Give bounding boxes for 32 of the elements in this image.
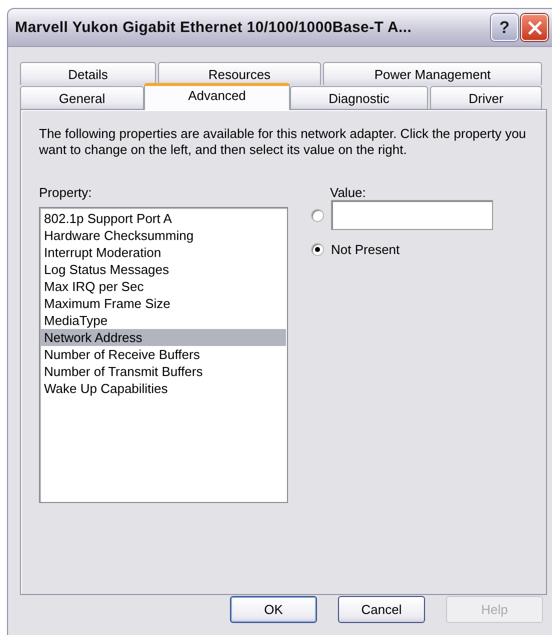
close-icon — [526, 20, 542, 36]
property-item[interactable]: Hardware Checksumming — [41, 227, 286, 244]
radio-label[interactable]: Not Present — [331, 242, 400, 257]
description-text: The following properties are available for this network adapter. Click the property you want to change on the left, and then select its value on the right. — [39, 126, 528, 158]
property-label: Property: — [39, 185, 93, 202]
property-item[interactable]: Number of Receive Buffers — [41, 346, 286, 363]
dialog-button[interactable]: OK — [230, 596, 317, 623]
property-item[interactable]: Number of Transmit Buffers — [41, 363, 286, 380]
property-item[interactable]: MediaType — [41, 312, 286, 329]
property-item[interactable]: Max IRQ per Sec — [41, 278, 286, 295]
property-list[interactable] — [39, 207, 288, 503]
window-title: Marvell Yukon Gigabit Ethernet 10/100/1000Base-T A... — [15, 19, 413, 36]
tab[interactable]: Details — [20, 62, 156, 85]
tab[interactable]: Advanced — [144, 83, 290, 110]
tab[interactable]: Diagnostic — [290, 86, 428, 109]
property-item[interactable]: Maximum Frame Size — [41, 295, 286, 312]
dialog-button[interactable]: Cancel — [338, 596, 425, 623]
help-button[interactable]: ? — [491, 14, 518, 41]
radio-button[interactable] — [311, 208, 324, 222]
property-item[interactable]: 802.1p Support Port A — [41, 210, 286, 227]
tab[interactable]: Power Management — [323, 62, 542, 85]
tab[interactable]: Resources — [158, 62, 321, 85]
tab[interactable]: General — [20, 86, 144, 109]
property-item[interactable]: Network Address — [41, 329, 286, 346]
tab[interactable]: Driver — [430, 86, 542, 109]
property-item[interactable]: Wake Up Capabilities — [41, 380, 286, 397]
property-item[interactable]: Log Status Messages — [41, 261, 286, 278]
close-button[interactable] — [521, 14, 548, 41]
radio-button[interactable] — [311, 243, 324, 256]
property-item[interactable]: Interrupt Moderation — [41, 244, 286, 261]
value-label: Value: — [330, 185, 367, 202]
value-field[interactable] — [331, 200, 493, 230]
